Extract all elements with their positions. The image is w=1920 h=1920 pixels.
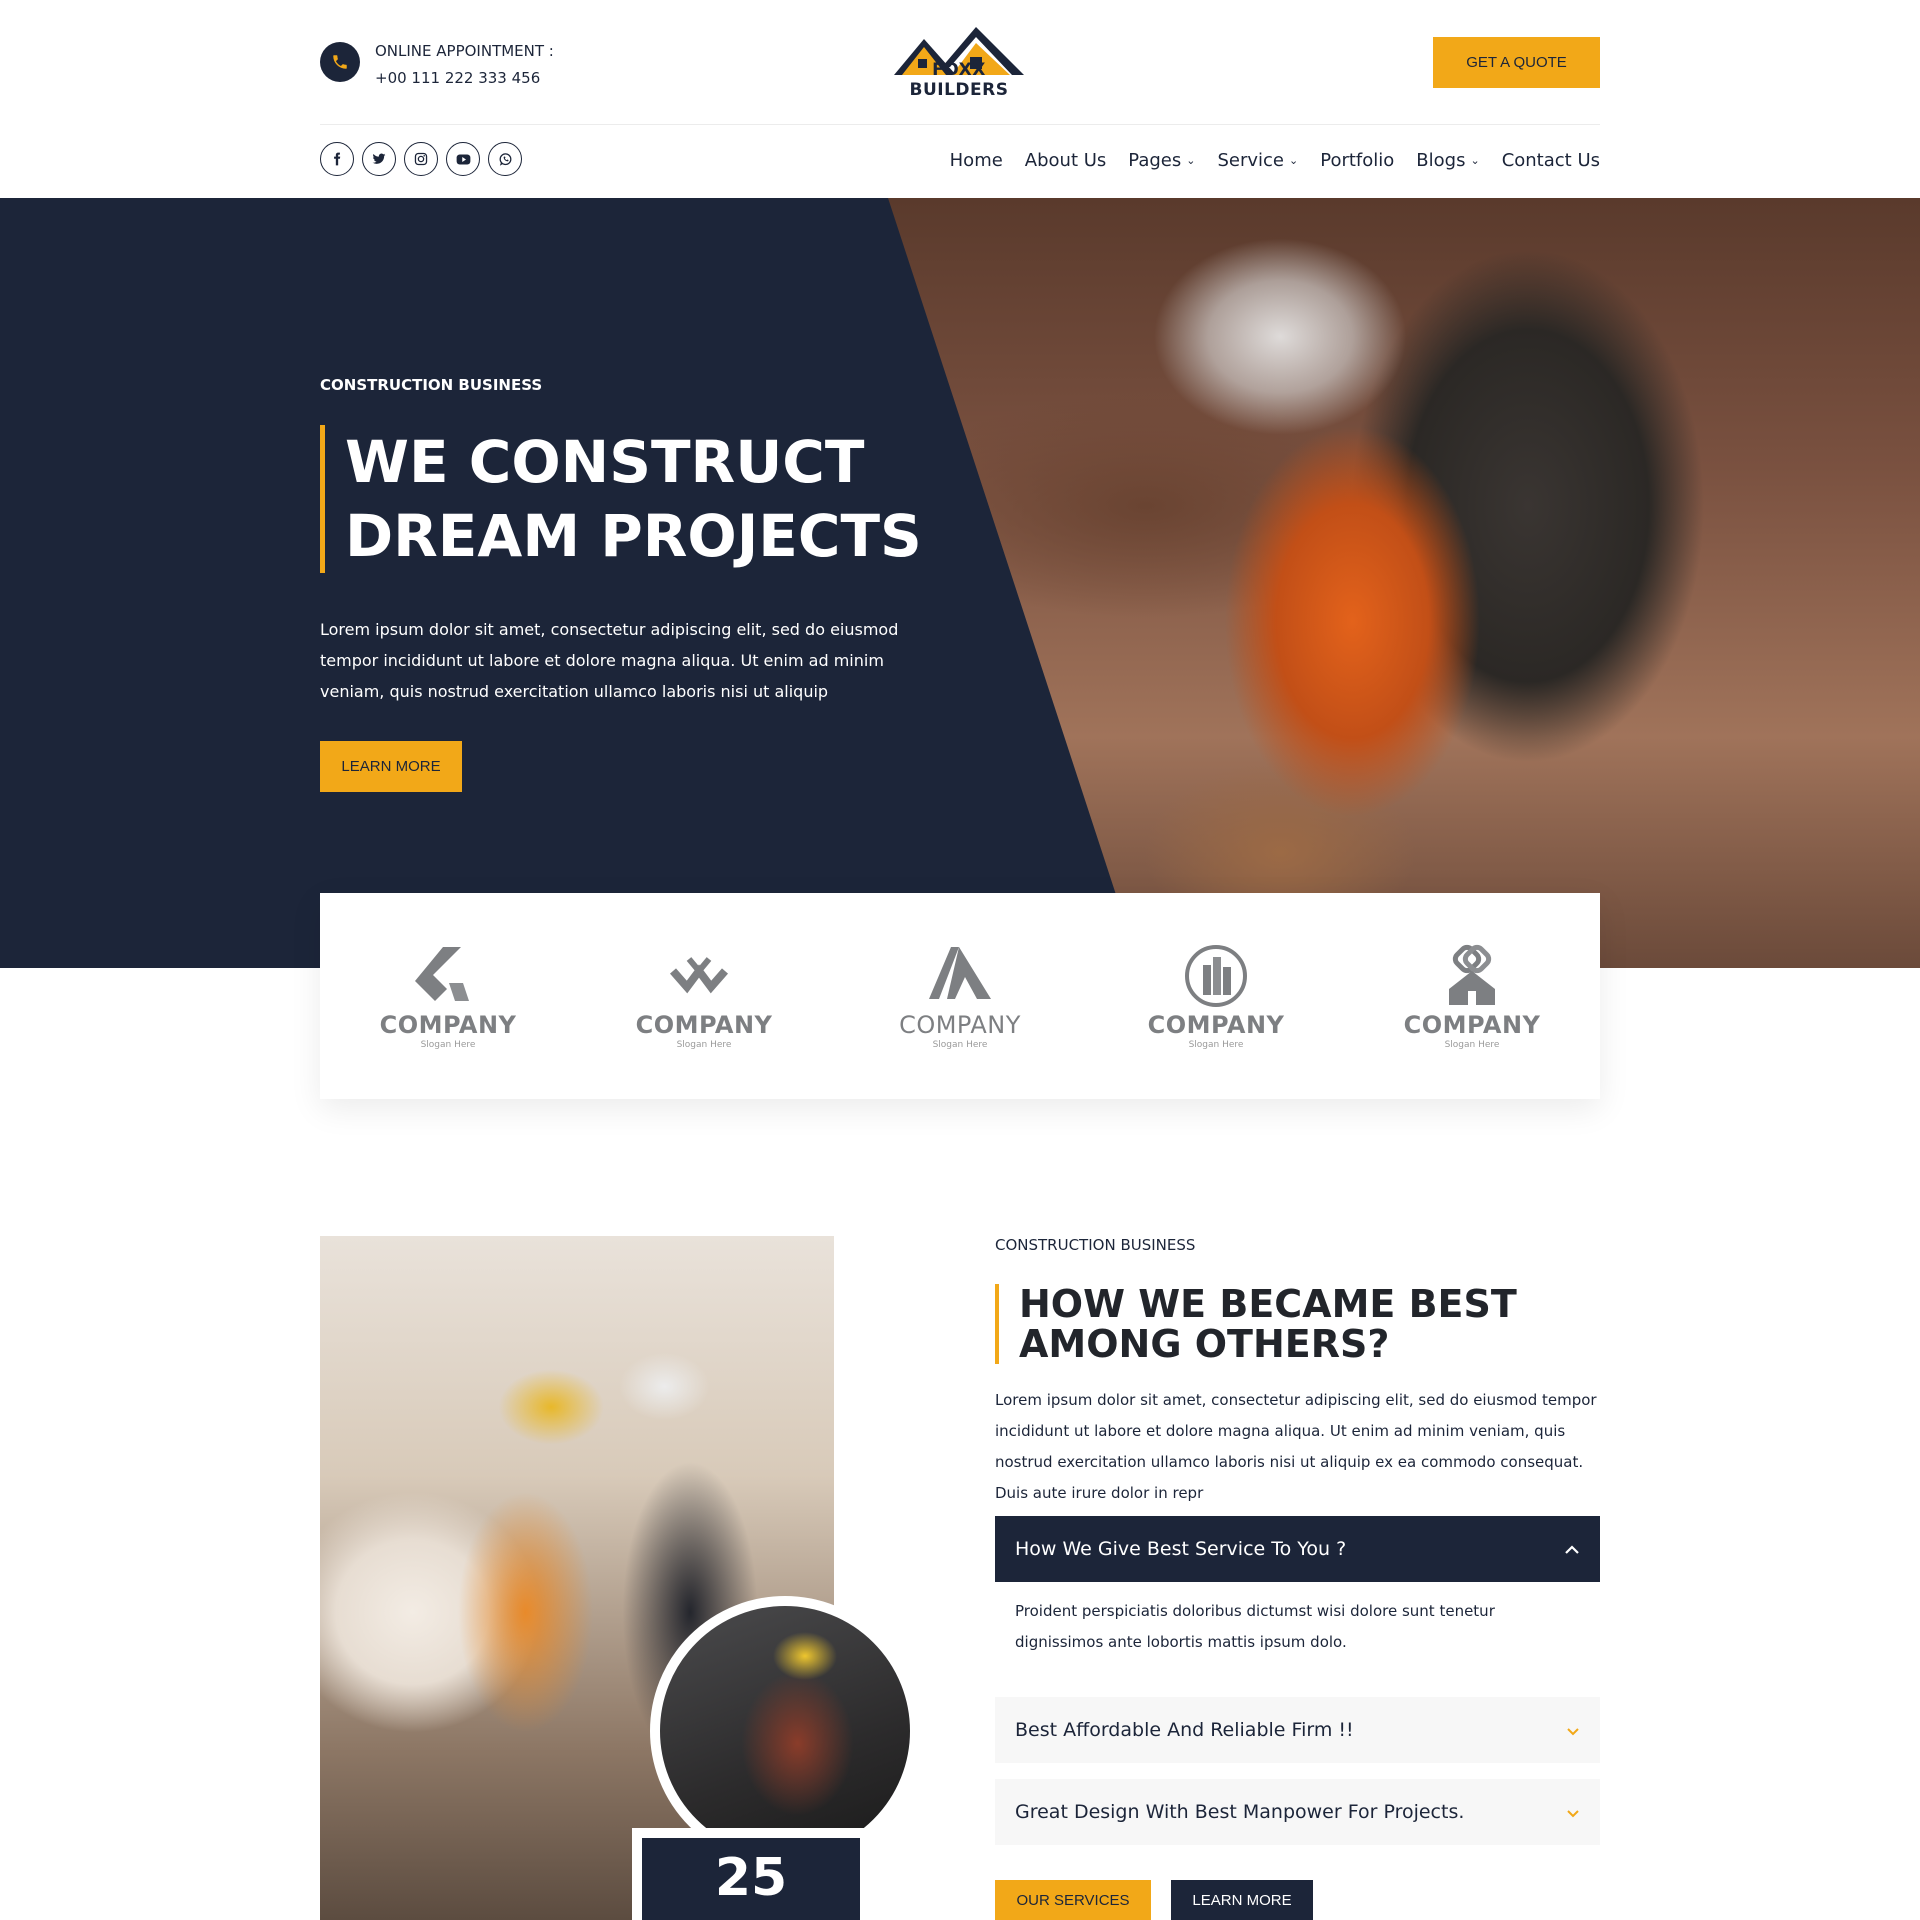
partner-name: COMPANY [379, 1010, 517, 1039]
whatsapp-icon[interactable] [488, 142, 522, 176]
about-learn-more-button[interactable]: LEARN MORE [1171, 1880, 1313, 1920]
nav-home-label: Home [949, 150, 1003, 171]
nav-portfolio-label: Portfolio [1320, 150, 1395, 171]
nav-portfolio[interactable]: Portfolio [1320, 150, 1394, 171]
logo-text: FOXX BUILDERS [909, 60, 1009, 100]
chevron-down-icon: ⌄ [1186, 154, 1196, 167]
partner-logo[interactable]: COMPANY Slogan Here [576, 893, 832, 1099]
nav-home[interactable]: Home [950, 150, 1003, 171]
social-links [320, 142, 522, 176]
hero-description: Lorem ipsum dolor sit amet, consectetur … [320, 620, 899, 701]
nav-contact[interactable]: Contact Us [1502, 150, 1600, 171]
nav-about[interactable]: About Us [1025, 150, 1107, 171]
hero-title-line1: WE CONSTRUCT [345, 428, 865, 496]
mechanic-circle-photo [650, 1596, 920, 1866]
twitter-icon[interactable] [362, 142, 396, 176]
about-title-line2: AMONG OTHERS? [1019, 1322, 1390, 1366]
partner-logo[interactable]: COMPANY Slogan Here [1344, 893, 1600, 1099]
main-nav: Home About Us Pages ⌄ Service ⌄ Portfolio … [950, 150, 1600, 171]
partner-slogan: Slogan Here [1188, 1039, 1244, 1050]
partner-name: COMPANY [1147, 1010, 1285, 1039]
accordion-body: Proident perspiciatis doloribus dictumst… [1015, 1602, 1495, 1651]
counter-value: 25 [642, 1838, 860, 1920]
partner-name: COMPANY [899, 1010, 1021, 1039]
phone-icon [320, 42, 360, 82]
get-quote-button[interactable]: GET A QUOTE [1433, 37, 1600, 88]
partner-mark-icon [415, 946, 469, 1001]
hero-title-line2: DREAM PROJECTS [345, 502, 922, 570]
experience-counter: 25 [632, 1828, 870, 1920]
nav-blogs[interactable]: Blogs ⌄ [1416, 150, 1479, 171]
partner-logo[interactable]: COMPANY Slogan Here [320, 893, 576, 1099]
chevron-down-icon [1566, 1721, 1580, 1740]
nav-contact-label: Contact Us [1501, 150, 1600, 171]
partner-name: COMPANY [1403, 1010, 1541, 1039]
instagram-icon[interactable] [404, 142, 438, 176]
chevron-up-icon [1564, 1538, 1580, 1560]
about-kicker: CONSTRUCTION BUSINESS [995, 1236, 1196, 1254]
partner-mark-icon [1449, 944, 1495, 1005]
partner-logos: COMPANY Slogan Here COMPANY Slogan Here … [320, 893, 1600, 1099]
accordion-item[interactable]: Great Design With Best Manpower For Proj… [995, 1779, 1600, 1845]
accordion-item[interactable]: Best Affordable And Reliable Firm !! [995, 1697, 1600, 1763]
nav-service[interactable]: Service ⌄ [1217, 150, 1298, 171]
partner-logo[interactable]: COMPANY Slogan Here [832, 893, 1088, 1099]
partner-mark-icon [1185, 944, 1247, 1007]
partner-slogan: Slogan Here [932, 1039, 988, 1050]
site-logo[interactable]: FOXX BUILDERS [884, 25, 1034, 100]
accordion-item-open[interactable]: How We Give Best Service To You ? [995, 1516, 1600, 1582]
hero-kicker: CONSTRUCTION BUSINESS [320, 376, 543, 394]
facebook-icon[interactable] [320, 142, 354, 176]
chevron-down-icon: ⌄ [1470, 154, 1480, 167]
hero-worker-photo [888, 198, 1920, 968]
phone-number[interactable]: +00 111 222 333 456 [375, 65, 554, 92]
our-services-button[interactable]: OUR SERVICES [995, 1880, 1151, 1920]
hero-title: WE CONSTRUCT DREAM PROJECTS [320, 425, 922, 573]
hero-section: CONSTRUCTION BUSINESS WE CONSTRUCT DREAM… [0, 198, 1920, 968]
about-title: HOW WE BECAME BEST AMONG OTHERS? [995, 1284, 1517, 1364]
nav-blogs-label: Blogs [1416, 150, 1466, 171]
accordion-title: Best Affordable And Reliable Firm !! [1015, 1719, 1354, 1741]
nav-pages-label: Pages [1128, 150, 1182, 171]
appointment-info: ONLINE APPOINTMENT : +00 111 222 333 456 [375, 38, 554, 92]
partner-slogan: Slogan Here [676, 1039, 732, 1050]
appointment-label: ONLINE APPOINTMENT : [375, 42, 554, 60]
nav-about-label: About Us [1024, 150, 1107, 171]
partner-mark-icon [669, 956, 729, 993]
accordion-title: How We Give Best Service To You ? [1015, 1538, 1347, 1560]
partner-slogan: Slogan Here [1444, 1039, 1500, 1050]
youtube-icon[interactable] [446, 142, 480, 176]
top-header: ONLINE APPOINTMENT : +00 111 222 333 456… [320, 0, 1600, 125]
accordion-title: Great Design With Best Manpower For Proj… [1015, 1801, 1465, 1823]
chevron-down-icon: ⌄ [1289, 154, 1299, 167]
nav-service-label: Service [1217, 150, 1285, 171]
hero-learn-more-button[interactable]: LEARN MORE [320, 741, 462, 792]
partner-name: COMPANY [635, 1010, 773, 1039]
partner-logo[interactable]: COMPANY Slogan Here [1088, 893, 1344, 1099]
nav-row: Home About Us Pages ⌄ Service ⌄ Portfolio … [320, 126, 1600, 198]
about-description: Lorem ipsum dolor sit amet, consectetur … [995, 1391, 1597, 1502]
nav-pages[interactable]: Pages ⌄ [1128, 150, 1195, 171]
partner-mark-icon [929, 946, 991, 999]
chevron-down-icon [1566, 1803, 1580, 1822]
partner-slogan: Slogan Here [420, 1039, 476, 1050]
about-title-line1: HOW WE BECAME BEST [1019, 1282, 1517, 1326]
